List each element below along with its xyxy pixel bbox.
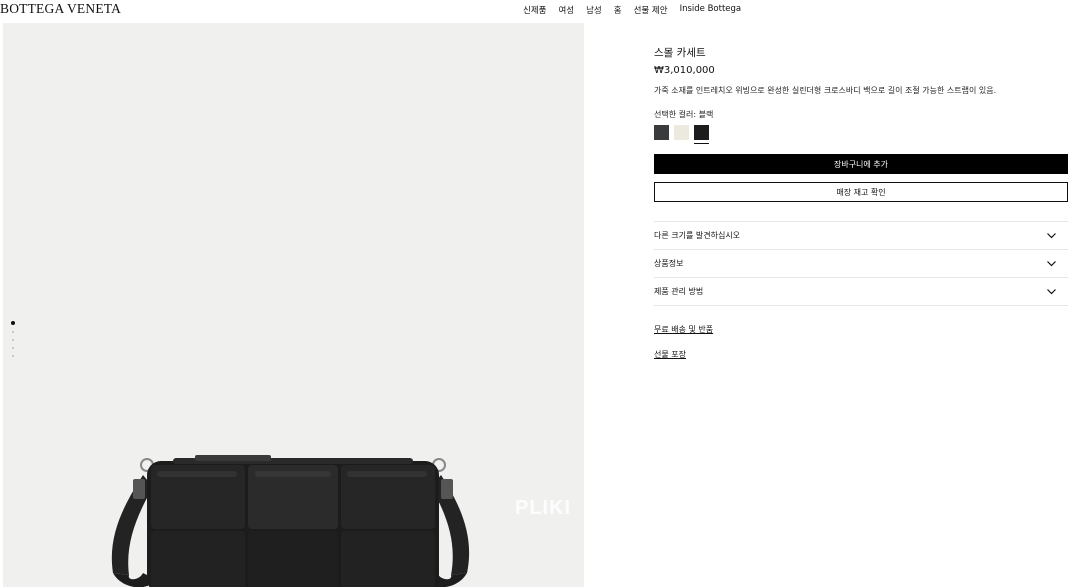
nav-item-new[interactable]: 신제품 [523, 4, 546, 16]
product-details-panel: 스몰 카세트 ₩3,010,000 가죽 소재를 인트레치오 위빙으로 완성한 … [654, 45, 1068, 360]
chevron-down-icon [1047, 288, 1056, 294]
main-nav: 신제품 여성 남성 홈 선물 제안 Inside Bottega [523, 4, 741, 16]
swatch-dark-grey[interactable] [654, 125, 669, 140]
nav-item-women[interactable]: 여성 [558, 4, 574, 16]
gallery-pagination [11, 321, 15, 357]
chevron-down-icon [1047, 260, 1056, 266]
accordion-label: 상품정보 [654, 259, 684, 268]
gift-wrapping-link[interactable]: 선물 포장 [654, 349, 1068, 360]
gallery-dot[interactable] [12, 347, 14, 349]
product-title: 스몰 카세트 [654, 47, 706, 59]
nav-item-inside-bottega[interactable]: Inside Bottega [680, 4, 742, 16]
product-description: 가죽 소재를 인트레치오 위빙으로 완성한 실린더형 크로스바디 백으로 길이 … [654, 86, 997, 95]
image-watermark: PLIKI [515, 497, 572, 519]
product-price: ₩3,010,000 [654, 65, 715, 76]
check-store-stock-button[interactable]: 매장 재고 확인 [654, 182, 1068, 202]
nav-item-gifts[interactable]: 선물 제안 [634, 4, 668, 16]
brand-logo[interactable]: BOTTEGA VENETA [0, 1, 121, 17]
gallery-dot[interactable] [12, 339, 14, 341]
accordion-care[interactable]: 제품 관리 방법 [654, 278, 1068, 306]
chevron-down-icon [1047, 232, 1056, 238]
gallery-dot[interactable] [12, 331, 14, 333]
product-image-gallery[interactable]: PLIKI [3, 23, 584, 587]
accordion-label: 제품 관리 방법 [654, 287, 704, 296]
nav-item-men[interactable]: 남성 [586, 4, 602, 16]
swatch-black[interactable] [694, 125, 709, 144]
selected-color-label: 선택한 컬러: 블랙 [654, 110, 714, 119]
accordion-label: 다른 크기를 발견하십시오 [654, 231, 741, 240]
free-shipping-returns-link[interactable]: 무료 배송 및 반품 [654, 324, 1068, 335]
accordion-product-info[interactable]: 상품정보 [654, 250, 1068, 278]
site-header: BOTTEGA VENETA 신제품 여성 남성 홈 선물 제안 Inside … [0, 0, 1080, 22]
swatch-cream[interactable] [674, 125, 689, 140]
product-image-bag [111, 455, 470, 587]
color-swatches [654, 125, 1068, 144]
product-accordion: 다른 크기를 발견하십시오 상품정보 제품 관리 방법 [654, 221, 1068, 306]
add-to-cart-button[interactable]: 장바구니에 추가 [654, 154, 1068, 174]
gallery-dot[interactable] [11, 321, 15, 325]
nav-item-home[interactable]: 홈 [614, 4, 622, 16]
gallery-dot[interactable] [12, 355, 14, 357]
accordion-other-sizes[interactable]: 다른 크기를 발견하십시오 [654, 222, 1068, 250]
